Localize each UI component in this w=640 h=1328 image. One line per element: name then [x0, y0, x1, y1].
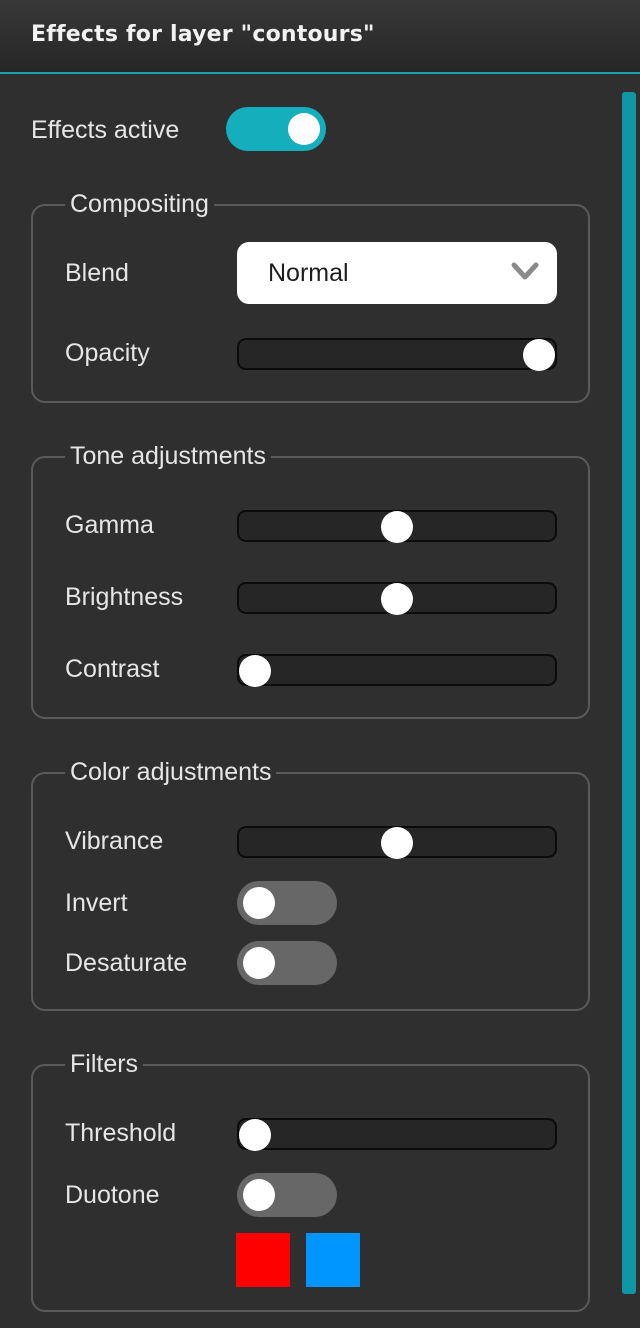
toggle-knob [243, 947, 275, 979]
slider-thumb[interactable] [381, 583, 413, 615]
blend-select-value: Normal [268, 259, 349, 287]
slider-thumb[interactable] [239, 1119, 271, 1151]
toggle-knob [243, 887, 275, 919]
slider-thumb[interactable] [523, 339, 555, 371]
filters-group: Filters Threshold Duotone [31, 1049, 590, 1312]
desaturate-toggle[interactable] [237, 941, 337, 985]
duotone-label: Duotone [65, 1181, 160, 1209]
color-adjustments-legend: Color adjustments [65, 757, 277, 787]
threshold-slider[interactable] [237, 1118, 557, 1151]
effects-active-toggle[interactable] [226, 107, 326, 151]
toggle-knob [288, 113, 320, 145]
scrollbar[interactable] [622, 92, 636, 1294]
panel-title: Effects for layer "contours" [31, 22, 375, 47]
vibrance-label: Vibrance [65, 827, 164, 855]
slider-thumb[interactable] [239, 655, 271, 687]
tone-adjustments-group: Tone adjustments Gamma Brightness Contra… [31, 441, 590, 719]
opacity-slider[interactable] [237, 338, 557, 371]
duotone-color-2-swatch[interactable] [306, 1233, 360, 1287]
slider-thumb[interactable] [381, 827, 413, 859]
toggle-knob [243, 1179, 275, 1211]
tone-adjustments-legend: Tone adjustments [65, 441, 271, 471]
duotone-color-1-swatch[interactable] [236, 1233, 290, 1287]
compositing-group: Compositing Blend Normal Opacity [31, 189, 590, 403]
filters-legend: Filters [65, 1049, 144, 1079]
gamma-slider[interactable] [237, 510, 557, 543]
color-adjustments-group: Color adjustments Vibrance Invert Desatu… [31, 757, 590, 1011]
opacity-label: Opacity [65, 339, 150, 367]
gamma-label: Gamma [65, 511, 154, 539]
invert-label: Invert [65, 889, 128, 917]
contrast-slider[interactable] [237, 654, 557, 687]
invert-toggle[interactable] [237, 881, 337, 925]
brightness-label: Brightness [65, 583, 184, 611]
contrast-label: Contrast [65, 655, 160, 683]
chevron-down-icon [511, 262, 539, 280]
brightness-slider[interactable] [237, 582, 557, 615]
panel-header: Effects for layer "contours" [0, 0, 640, 74]
blend-label: Blend [65, 259, 129, 287]
duotone-toggle[interactable] [237, 1173, 337, 1217]
slider-thumb[interactable] [381, 511, 413, 543]
desaturate-label: Desaturate [65, 949, 188, 977]
vibrance-slider[interactable] [237, 826, 557, 859]
effects-active-label: Effects active [31, 116, 180, 144]
compositing-legend: Compositing [65, 189, 214, 219]
blend-select[interactable]: Normal [237, 242, 557, 304]
threshold-label: Threshold [65, 1119, 177, 1147]
